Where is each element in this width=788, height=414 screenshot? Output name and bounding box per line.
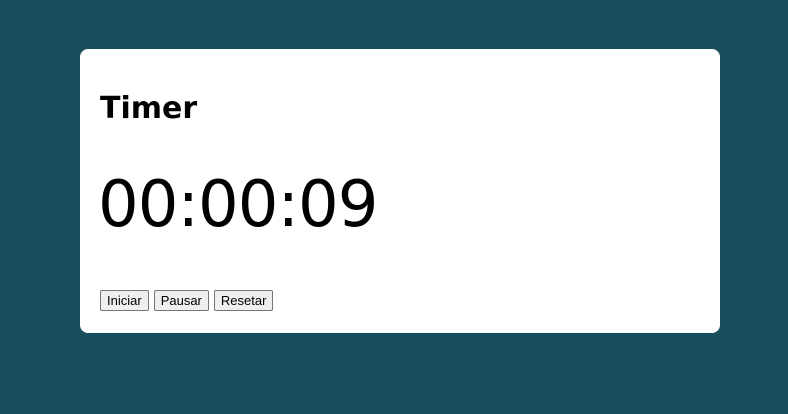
timer-title: Timer xyxy=(100,91,198,126)
timer-controls: Iniciar Pausar Resetar xyxy=(100,290,274,311)
start-button[interactable]: Iniciar xyxy=(100,290,149,311)
reset-button[interactable]: Resetar xyxy=(213,290,274,311)
timer-display: 00:00:09 xyxy=(98,168,378,242)
timer-card: Timer 00:00:09 Iniciar Pausar Resetar xyxy=(80,49,720,333)
pause-button[interactable]: Pausar xyxy=(153,290,209,311)
